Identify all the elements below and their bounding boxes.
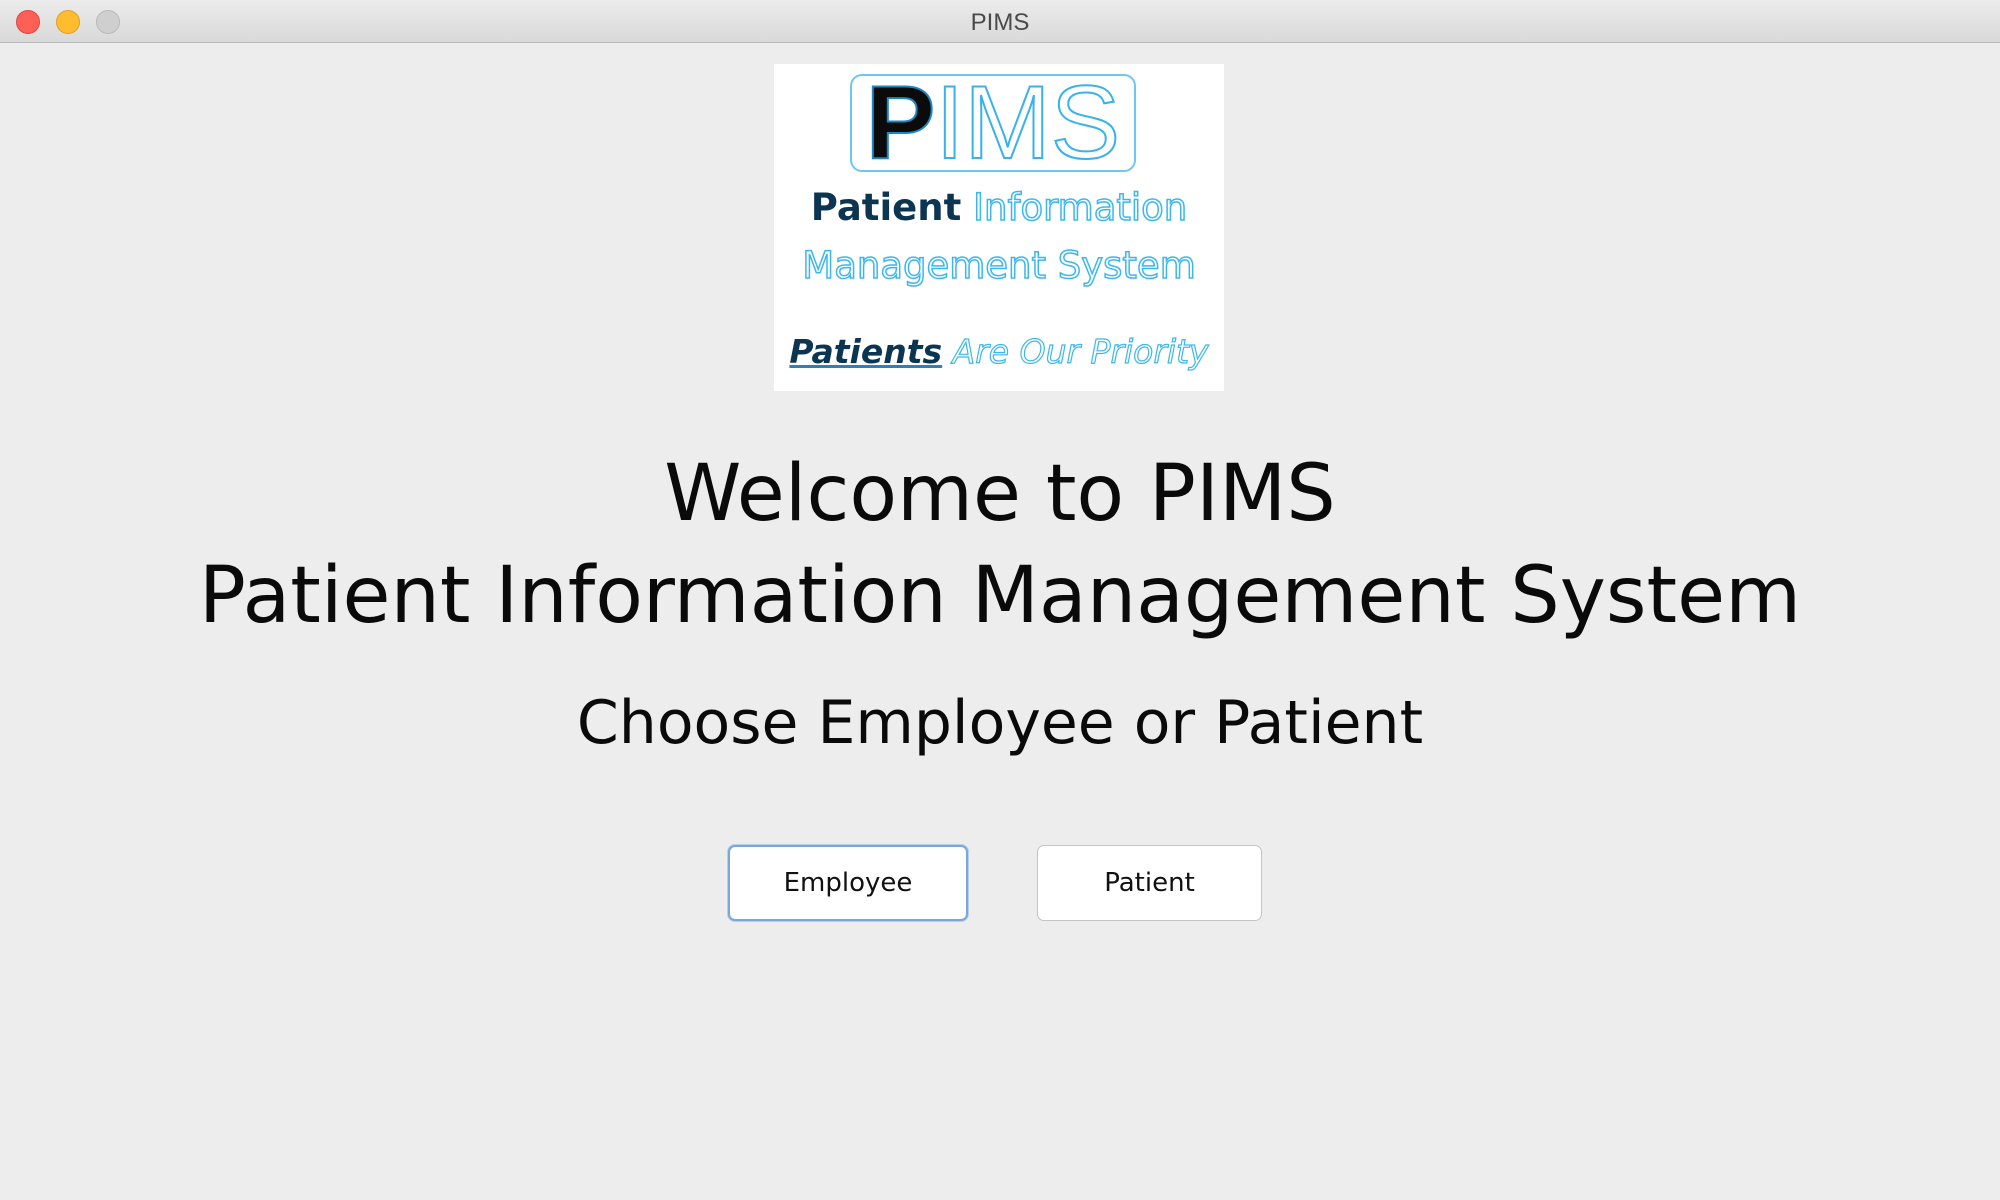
window-title: PIMS xyxy=(970,9,1030,36)
logo-line-1: Patient Information xyxy=(774,185,1224,230)
logo-tagline: Patients Are Our Priority xyxy=(774,331,1224,371)
logo-line2-outline: Management System xyxy=(802,243,1197,288)
welcome-heading: Welcome to PIMS xyxy=(664,449,1336,539)
logo-acronym: PIMS xyxy=(850,74,1136,172)
title-bar[interactable]: PIMS xyxy=(0,0,2000,43)
logo-tagline-outline: Are Our Priority xyxy=(952,331,1209,371)
choose-role-prompt: Choose Employee or Patient xyxy=(576,688,1424,758)
logo-line1-dark: Patient xyxy=(810,186,962,229)
patient-button[interactable]: Patient xyxy=(1037,845,1262,921)
pims-logo: PIMS Patient Information Management Syst… xyxy=(774,64,1224,391)
logo-line1-outline: Information xyxy=(972,185,1188,230)
system-name-heading: Patient Information Management System xyxy=(198,551,1802,641)
logo-acronym-first: P xyxy=(865,74,936,172)
logo-acronym-rest: IMS xyxy=(934,74,1121,172)
logo-line-2: Management System xyxy=(774,243,1224,288)
logo-tagline-dark: Patients xyxy=(789,332,943,371)
app-window: PIMS PIMS Patient Information Management… xyxy=(0,0,2000,1200)
employee-button[interactable]: Employee xyxy=(728,845,968,921)
